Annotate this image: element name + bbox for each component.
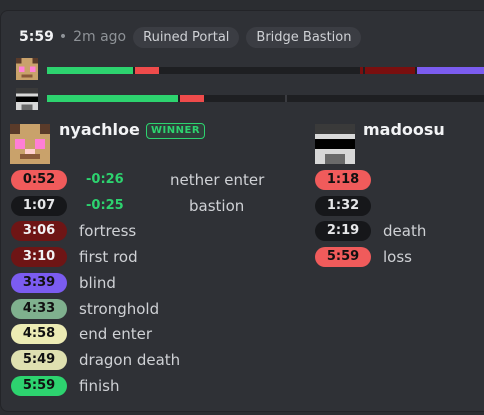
split-time-pill: 5:49 [11, 350, 67, 370]
split-diff: -0:25 [86, 198, 124, 213]
split-time-pill: 1:07 [11, 196, 67, 216]
progress-segment [417, 67, 484, 74]
split-time-pill: 1:32 [315, 196, 371, 216]
tag-bastion: Bridge Bastion [246, 26, 362, 48]
split-event: first rod [79, 248, 138, 266]
cat-avatar-icon [15, 58, 39, 80]
split-event: end enter [79, 325, 153, 343]
split-time-pill: 3:10 [11, 247, 67, 267]
progress-segment [47, 95, 178, 102]
progress-segment [365, 67, 415, 74]
progress-segment [135, 67, 159, 74]
split-event: loss [383, 248, 412, 266]
split-event: death [383, 222, 427, 240]
split-time-pill: 3:39 [11, 273, 67, 293]
winner-badge: WINNER [146, 123, 206, 139]
split-time-pill: 4:33 [11, 299, 67, 319]
split-event: finish [79, 377, 120, 395]
split-event: blind [79, 274, 116, 292]
separator-dot: • [58, 29, 68, 45]
split-time-pill: 5:59 [11, 376, 67, 396]
split-time-pill: 1:18 [315, 170, 371, 190]
split-time-pill: 2:19 [315, 221, 371, 241]
split-time-pill: 3:06 [11, 221, 67, 241]
sunglasses-avatar-icon [15, 88, 39, 110]
match-header: 5:59 • 2m ago Ruined Portal Bridge Basti… [19, 26, 362, 48]
progress-segment [360, 67, 363, 74]
split-time-pill: 4:58 [11, 324, 67, 344]
player1-avatar-icon[interactable] [10, 124, 50, 164]
split-time-pill: 0:52 [11, 170, 67, 190]
split-event: nether enter [170, 171, 265, 189]
match-time: 5:59 [19, 29, 54, 45]
progress-segment [180, 95, 204, 102]
match-ago: 2m ago [73, 29, 127, 45]
progress-segment [47, 67, 133, 74]
player2-name[interactable]: madoosu [363, 120, 445, 139]
player2-avatar-icon[interactable] [315, 124, 355, 164]
split-event: dragon death [79, 351, 181, 369]
progress-track-player1 [47, 67, 484, 74]
tag-overworld: Ruined Portal [133, 26, 240, 48]
split-event: stronghold [79, 300, 160, 318]
progress-track-player2 [47, 95, 484, 102]
progress-segment [285, 95, 287, 102]
split-event: fortress [79, 222, 137, 240]
split-event: bastion [189, 197, 245, 215]
split-time-pill: 5:59 [315, 247, 371, 267]
split-diff: -0:26 [86, 172, 124, 187]
player1-name[interactable]: nyachloe [59, 120, 140, 139]
